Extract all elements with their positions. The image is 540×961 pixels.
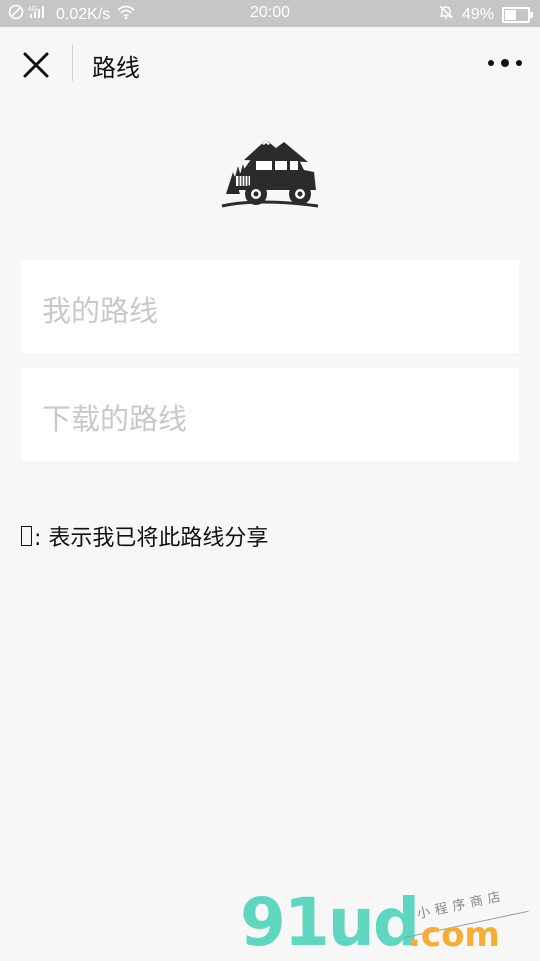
battery-fill	[505, 9, 516, 20]
missing-glyph-icon	[21, 526, 32, 546]
close-button[interactable]	[18, 47, 54, 83]
watermark-brand: 91ud	[240, 884, 420, 961]
close-icon	[23, 52, 49, 78]
watermark: 91ud 小程序商店 .com	[240, 888, 540, 960]
more-dot-icon	[488, 60, 494, 66]
nav-bar: 路线	[0, 27, 540, 99]
jeep-logo-icon	[218, 136, 322, 212]
status-bar: 4G 0.02K/s 20:00 49%	[0, 0, 540, 27]
share-legend-note: : 表示我已将此路线分享	[21, 520, 268, 552]
share-legend-text: : 表示我已将此路线分享	[34, 526, 269, 551]
page-title: 路线	[92, 54, 140, 82]
my-routes-button[interactable]: 我的路线	[21, 260, 519, 353]
watermark-domain: .com	[408, 915, 500, 955]
more-button[interactable]	[488, 51, 522, 75]
downloaded-routes-label: 下载的路线	[42, 402, 188, 436]
my-routes-label: 我的路线	[42, 294, 159, 328]
battery-icon	[502, 6, 533, 23]
mute-bell-icon	[438, 4, 454, 25]
more-dot-icon	[501, 59, 509, 67]
more-dot-icon	[516, 60, 522, 66]
status-right: 49%	[438, 4, 533, 25]
battery-percent: 49%	[461, 5, 494, 23]
nav-divider	[72, 45, 73, 81]
downloaded-routes-button[interactable]: 下载的路线	[21, 368, 519, 461]
